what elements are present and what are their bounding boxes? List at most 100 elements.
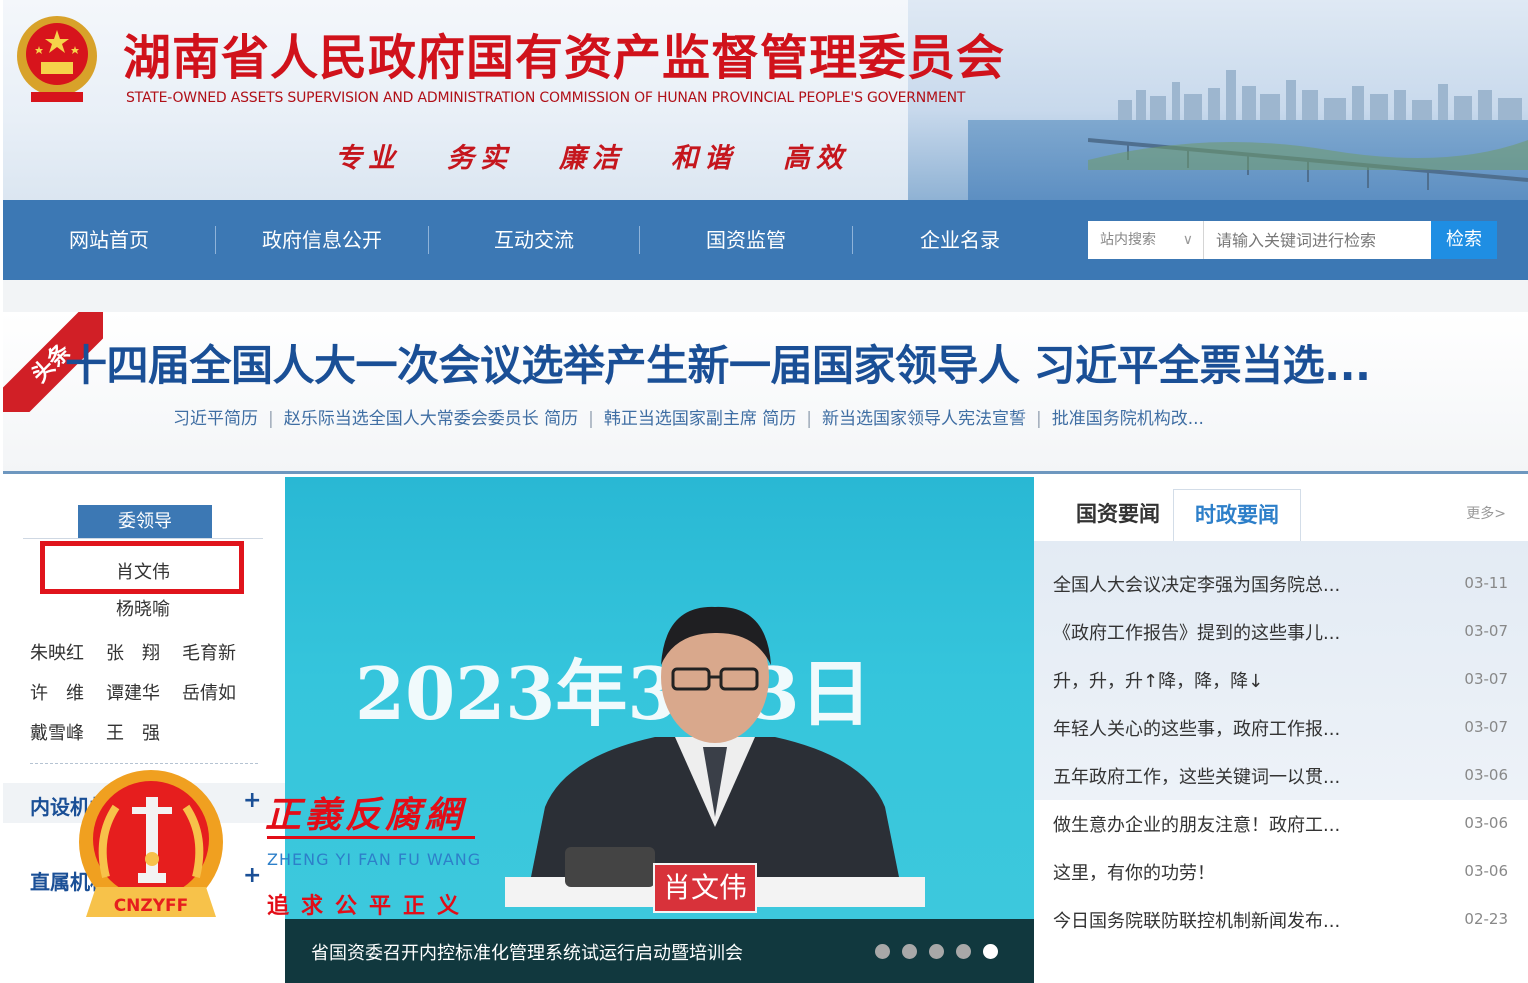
expand-plus-icon[interactable]: + bbox=[243, 788, 261, 813]
watermark-logo-icon: CNZYFF bbox=[79, 770, 223, 917]
news-title[interactable]: 全国人大会议决定李强为国务院总... bbox=[1053, 571, 1340, 597]
nav-item-enterprises[interactable]: 企业名录 bbox=[853, 200, 1067, 280]
headline-sublink[interactable]: 批准国务院机构改... bbox=[1052, 404, 1204, 429]
search-input[interactable] bbox=[1204, 221, 1431, 259]
link-separator: | bbox=[1036, 409, 1042, 429]
site-title-cn: 湖南省人民政府国有资产监督管理委员会 bbox=[123, 30, 1006, 86]
more-link[interactable]: 更多> bbox=[1466, 503, 1506, 523]
leader-link[interactable]: 杨晓喻 bbox=[43, 595, 243, 621]
nav-item-gov-info[interactable]: 政府信息公开 bbox=[216, 200, 428, 280]
leader-link[interactable]: 张 翔 bbox=[106, 639, 182, 665]
national-emblem-icon bbox=[17, 16, 97, 102]
search-scope-select[interactable]: 站内搜索 ∨ bbox=[1088, 221, 1204, 259]
expand-plus-icon[interactable]: + bbox=[243, 863, 261, 888]
news-item[interactable]: 《政府工作报告》提到的这些事儿... 03-07 bbox=[1034, 607, 1528, 655]
slide-caption-link[interactable]: 省国资委召开内控标准化管理系统试运行启动暨培训会 bbox=[311, 939, 743, 965]
headline-sublink[interactable]: 新当选国家领导人宪法宣誓 bbox=[822, 404, 1026, 429]
link-separator: | bbox=[588, 409, 594, 429]
news-list: 全国人大会议决定李强为国务院总... 03-11 《政府工作报告》提到的这些事儿… bbox=[1034, 559, 1528, 943]
site-header: 湖南省人民政府国有资产监督管理委员会 STATE-OWNED ASSETS SU… bbox=[3, 0, 1528, 200]
site-title-en: STATE-OWNED ASSETS SUPERVISION AND ADMIN… bbox=[126, 90, 966, 106]
news-title[interactable]: 做生意办企业的朋友注意！政府工... bbox=[1053, 811, 1340, 837]
news-title[interactable]: 五年政府工作，这些关键词一以贯... bbox=[1053, 763, 1340, 789]
motto-list: 专业 务实 廉洁 和谐 高效 bbox=[335, 136, 849, 175]
bridge-image bbox=[1088, 138, 1528, 190]
leader-link[interactable]: 毛育新 bbox=[182, 639, 258, 665]
headline-sublink[interactable]: 赵乐际当选全国人大常委会委员长 简历 bbox=[284, 404, 578, 429]
slide-dot[interactable] bbox=[875, 944, 890, 959]
headline-sublink[interactable]: 韩正当选国家副主席 简历 bbox=[604, 404, 796, 429]
slide-dot[interactable] bbox=[956, 944, 971, 959]
leader-link[interactable]: 朱映红 bbox=[30, 639, 106, 665]
news-date: 03-07 bbox=[1464, 718, 1508, 736]
news-item[interactable]: 今日国务院联防联控机制新闻发布... 02-23 bbox=[1034, 895, 1528, 943]
news-item[interactable]: 全国人大会议决定李强为国务院总... 03-11 bbox=[1034, 559, 1528, 607]
watermark-logo-text: CNZYFF bbox=[114, 896, 189, 916]
leader-link[interactable]: 许 维 bbox=[30, 679, 106, 705]
watermark-motto: 追求公平正义 bbox=[267, 894, 472, 919]
leader-link[interactable]: 王 强 bbox=[106, 719, 182, 745]
news-date: 03-07 bbox=[1464, 670, 1508, 688]
search-box: 站内搜索 ∨ 检索 bbox=[1088, 221, 1497, 259]
news-item[interactable]: 五年政府工作，这些关键词一以贯... 03-06 bbox=[1034, 751, 1528, 799]
news-panel: 国资要闻 时政要闻 更多> 全国人大会议决定李强为国务院总... 03-11 《… bbox=[1034, 477, 1528, 983]
leader-row: 戴雪峰 王 强 bbox=[30, 719, 182, 745]
slide-dots bbox=[875, 944, 998, 959]
leaders-divider bbox=[23, 538, 263, 539]
motto-item: 务实 bbox=[447, 143, 513, 174]
leader-link[interactable]: 谭建华 bbox=[106, 679, 182, 705]
tab-politics-news[interactable]: 时政要闻 bbox=[1173, 489, 1301, 541]
news-tabs: 国资要闻 时政要闻 更多> bbox=[1034, 477, 1528, 541]
headline-sublinks: 习近平简历 | 赵乐际当选全国人大常委会委员长 简历 | 韩正当选国家副主席 简历 | 新当… bbox=[173, 404, 1204, 429]
leader-link[interactable]: 岳倩如 bbox=[182, 679, 258, 705]
nav-item-home[interactable]: 网站首页 bbox=[3, 200, 215, 280]
leader-link[interactable]: 戴雪峰 bbox=[30, 719, 106, 745]
news-date: 02-23 bbox=[1464, 910, 1508, 928]
leader-row: 许 维 谭建华 岳倩如 bbox=[30, 679, 258, 705]
watermark-subtitle: ZHENG YI FAN FU WANG bbox=[267, 850, 482, 869]
link-separator: | bbox=[806, 409, 813, 429]
news-date: 03-11 bbox=[1464, 574, 1508, 592]
page: 湖南省人民政府国有资产监督管理委员会 STATE-OWNED ASSETS SU… bbox=[0, 0, 1528, 983]
slide-caption-bar: 省国资委召开内控标准化管理系统试运行启动暨培训会 bbox=[285, 919, 1034, 983]
news-title[interactable]: 升，升，升↑降，降，降↓ bbox=[1053, 667, 1263, 693]
nameplate: 肖文伟 bbox=[653, 863, 757, 913]
news-date: 03-06 bbox=[1464, 766, 1508, 784]
highlight-box bbox=[40, 541, 244, 594]
news-date: 03-06 bbox=[1464, 862, 1508, 880]
news-date: 03-06 bbox=[1464, 814, 1508, 832]
slide-dot[interactable] bbox=[902, 944, 917, 959]
slide-dot-active[interactable] bbox=[983, 944, 998, 959]
news-title[interactable]: 今日国务院联防联控机制新闻发布... bbox=[1053, 907, 1340, 933]
slide-photo-person bbox=[505, 606, 925, 907]
slide-dot[interactable] bbox=[929, 944, 944, 959]
link-separator: | bbox=[268, 409, 274, 429]
leader-row: 朱映红 张 翔 毛育新 bbox=[30, 639, 258, 665]
news-title[interactable]: 《政府工作报告》提到的这些事儿... bbox=[1053, 619, 1340, 645]
watermark-title: 正義反腐網 bbox=[265, 794, 466, 836]
news-date: 03-07 bbox=[1464, 622, 1508, 640]
news-item[interactable]: 做生意办企业的朋友注意！政府工... 03-06 bbox=[1034, 799, 1528, 847]
news-item[interactable]: 年轻人关心的这些事，政府工作报... 03-07 bbox=[1034, 703, 1528, 751]
nav-bottom-strip bbox=[3, 280, 1528, 312]
headline-section: 头条 十四届全国人大一次会议选举产生新一届国家领导人 习近平全票当选... 习近… bbox=[3, 312, 1528, 474]
watermark-underline bbox=[267, 836, 475, 839]
tab-guozi-news[interactable]: 国资要闻 bbox=[1052, 489, 1184, 541]
search-scope-label: 站内搜索 bbox=[1100, 232, 1156, 248]
motto-item: 和谐 bbox=[671, 143, 737, 174]
motto-item: 专业 bbox=[335, 143, 401, 174]
nav-item-interaction[interactable]: 互动交流 bbox=[429, 200, 639, 280]
chevron-down-icon: ∨ bbox=[1182, 232, 1193, 248]
leaders-tab[interactable]: 委领导 bbox=[78, 505, 212, 539]
nav-item-supervision[interactable]: 国资监管 bbox=[640, 200, 852, 280]
headline-title-link[interactable]: 十四届全国人大一次会议选举产生新一届国家领导人 习近平全票当选... bbox=[65, 332, 1371, 393]
motto-item: 廉洁 bbox=[559, 143, 625, 174]
leaders-dashed-divider bbox=[30, 763, 258, 764]
news-title[interactable]: 年轻人关心的这些事，政府工作报... bbox=[1053, 715, 1340, 741]
news-item[interactable]: 升，升，升↑降，降，降↓ 03-07 bbox=[1034, 655, 1528, 703]
search-button[interactable]: 检索 bbox=[1431, 221, 1497, 259]
news-title[interactable]: 这里，有你的功劳！ bbox=[1053, 859, 1215, 885]
headline-sublink[interactable]: 习近平简历 bbox=[173, 404, 258, 429]
news-item[interactable]: 这里，有你的功劳！ 03-06 bbox=[1034, 847, 1528, 895]
motto-item: 高效 bbox=[783, 143, 849, 174]
